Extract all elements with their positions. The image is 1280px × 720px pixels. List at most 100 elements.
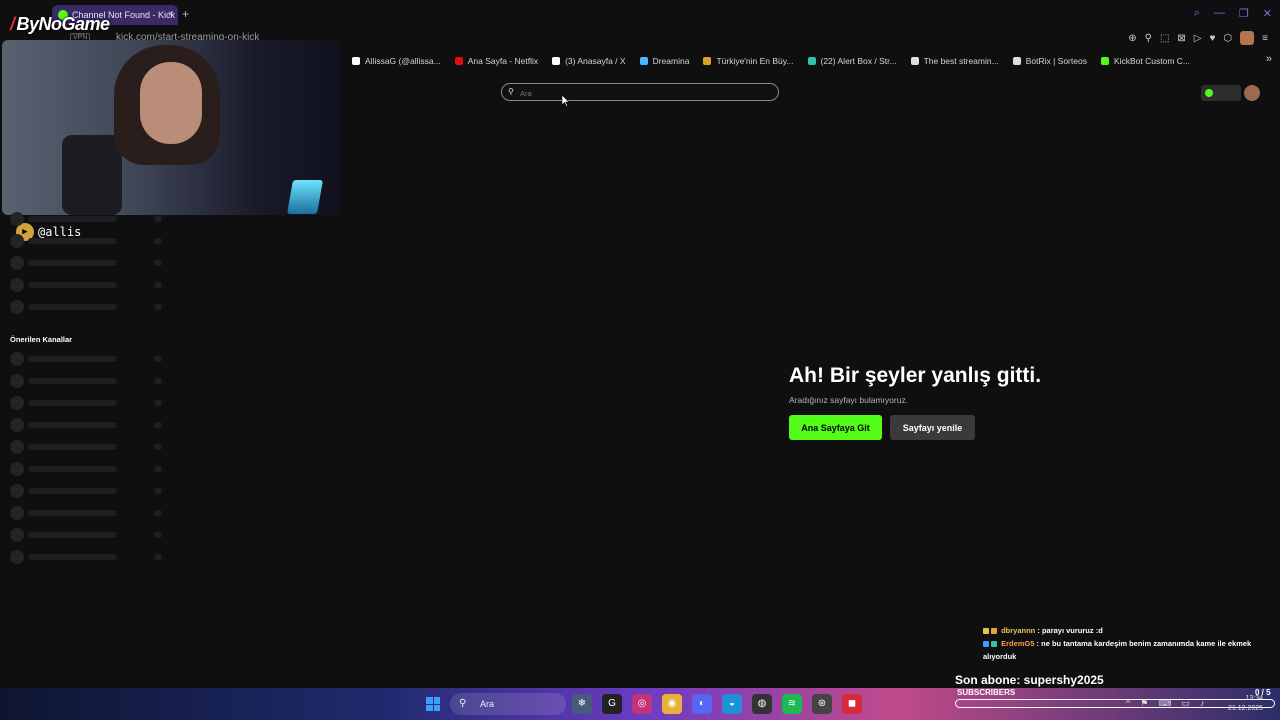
bookmark-item[interactable]: Türkiye'nin En Büy... (703, 54, 794, 68)
skeleton-placeholder (10, 278, 24, 292)
dreamina-icon (639, 57, 648, 65)
bookmark-item[interactable]: Ana Sayfa - Netflix (454, 54, 539, 68)
skeleton-placeholder (28, 260, 117, 266)
edge-icon[interactable]: ◒ (722, 694, 742, 714)
skeleton-placeholder (28, 378, 117, 384)
chat-message: ErdemG5 : ne bu tantama kardeşim benim z… (983, 637, 1273, 663)
skeleton-placeholder (10, 418, 24, 432)
shield-icon[interactable]: ⊠ (1177, 33, 1185, 44)
menu-icon[interactable]: ≡ (1262, 33, 1268, 44)
search-box[interactable]: ⚲ (501, 83, 779, 101)
mouse-cursor-icon (562, 95, 570, 107)
skeleton-placeholder (28, 466, 117, 472)
bookmark-item[interactable]: AllissaG (@allissa... (352, 54, 441, 68)
tiktok-icon (352, 57, 360, 65)
bookmark-label: Dreamina (652, 56, 690, 66)
reload-button[interactable]: Sayfayı yenile (890, 415, 975, 440)
search-tabs-icon[interactable]: ⌕ (1194, 7, 1200, 20)
subscriber-goal-bar (955, 699, 1275, 708)
skeleton-placeholder (28, 554, 117, 560)
user-avatar[interactable] (1244, 85, 1260, 101)
windows-start-icon[interactable] (426, 697, 440, 711)
zoom-icon[interactable]: ⊕ (1128, 33, 1136, 44)
toggle-dot (1205, 89, 1213, 97)
app-red-icon[interactable]: ◼ (842, 694, 862, 714)
logo-mark-icon: / (10, 14, 15, 34)
app-podcast-icon[interactable]: ◎ (632, 694, 652, 714)
widgets-icon[interactable]: ❄ (572, 694, 592, 714)
skeleton-placeholder (154, 238, 162, 244)
skeleton-placeholder (28, 304, 117, 310)
webcam-overlay (2, 40, 341, 215)
bookmarks-more-icon[interactable]: » (1266, 53, 1272, 65)
skeleton-placeholder (28, 488, 117, 494)
skeleton-placeholder (10, 528, 24, 542)
search-icon: ⚲ (459, 698, 467, 709)
extension-toolbar: ⊕ ⚲ ⬚ ⊠ ▷ ♥ ⬡ ≡ (1128, 31, 1268, 45)
skeleton-placeholder (154, 444, 162, 450)
go-home-button[interactable]: Ana Sayfaya Git (789, 415, 882, 440)
app-g-icon[interactable]: G (602, 694, 622, 714)
skeleton-placeholder (10, 550, 24, 564)
skeleton-placeholder (10, 396, 24, 410)
new-tab-button[interactable]: + (182, 7, 189, 21)
skeleton-placeholder (28, 282, 117, 288)
skeleton-placeholder (154, 554, 162, 560)
taskbar-search-placeholder: Ara (480, 699, 495, 709)
skeleton-placeholder (28, 400, 117, 406)
chat-username: dbryannn (1001, 626, 1036, 635)
theme-toggle[interactable] (1201, 85, 1241, 101)
tab-close-icon[interactable]: × (168, 5, 174, 25)
badge-icon (991, 641, 997, 648)
skeleton-placeholder (28, 510, 117, 516)
bookmark-item[interactable]: (22) Alert Box / Str... (807, 54, 897, 68)
error-subtitle: Aradığınız sayfayı bulamıyoruz. (789, 395, 909, 405)
pin-icon[interactable]: ⚲ (1145, 33, 1152, 44)
skeleton-placeholder (154, 532, 162, 538)
bookmark-label: AllissaG (@allissa... (365, 56, 441, 66)
skeleton-placeholder (154, 400, 162, 406)
minimize-icon[interactable]: — (1214, 7, 1225, 20)
skeleton-placeholder (28, 238, 117, 244)
screenshot-icon[interactable]: ⬚ (1160, 33, 1169, 44)
taskbar-search[interactable]: ⚲ Ara (450, 693, 566, 715)
maximize-icon[interactable]: ❐ (1239, 7, 1249, 20)
bookmark-item[interactable]: KickBot Custom C... (1100, 54, 1191, 68)
skeleton-placeholder (10, 300, 24, 314)
netflix-icon (454, 57, 463, 65)
last-subscriber: Son abone: supershy2025 (955, 673, 1104, 687)
webcam-chair (62, 135, 122, 215)
bookmark-label: Ana Sayfa - Netflix (467, 56, 539, 66)
site-icon (703, 57, 712, 65)
spotify-icon[interactable]: ≋ (782, 694, 802, 714)
chrome-icon[interactable]: ◉ (662, 694, 682, 714)
stream-logo: / ByNoGame (10, 14, 110, 34)
favorites-icon[interactable]: ♥ (1209, 33, 1215, 44)
skeleton-placeholder (10, 374, 24, 388)
steam-icon[interactable]: ⊛ (812, 694, 832, 714)
kickbot-icon (1100, 57, 1109, 65)
chat-text: : parayı vururuz :d (1037, 626, 1103, 635)
search-input[interactable] (518, 85, 772, 101)
obs-icon[interactable]: ◍ (752, 694, 772, 714)
bookmark-label: The best streamin... (923, 56, 999, 66)
bookmark-label: BotRix | Sorteos (1025, 56, 1087, 66)
discord-icon[interactable]: ◐ (692, 694, 712, 714)
skeleton-placeholder (10, 212, 24, 226)
skeleton-placeholder (154, 216, 162, 222)
skeleton-placeholder (154, 422, 162, 428)
extensions-icon[interactable]: ⬡ (1223, 33, 1232, 44)
bookmark-item[interactable]: BotRix | Sorteos (1012, 54, 1087, 68)
close-window-icon[interactable]: ✕ (1263, 7, 1272, 20)
skeleton-placeholder (10, 484, 24, 498)
skeleton-placeholder (28, 532, 117, 538)
bookmark-label: (3) Anasayfa / X (565, 56, 626, 66)
site-icon (910, 57, 919, 65)
player-icon[interactable]: ▷ (1194, 33, 1202, 44)
skeleton-placeholder (154, 260, 162, 266)
bookmark-item[interactable]: Dreamina (639, 54, 690, 68)
bookmark-label: KickBot Custom C... (1113, 56, 1191, 66)
bookmark-item[interactable]: (3) Anasayfa / X (552, 54, 626, 68)
profile-avatar[interactable] (1240, 31, 1255, 45)
bookmark-item[interactable]: The best streamin... (910, 54, 999, 68)
